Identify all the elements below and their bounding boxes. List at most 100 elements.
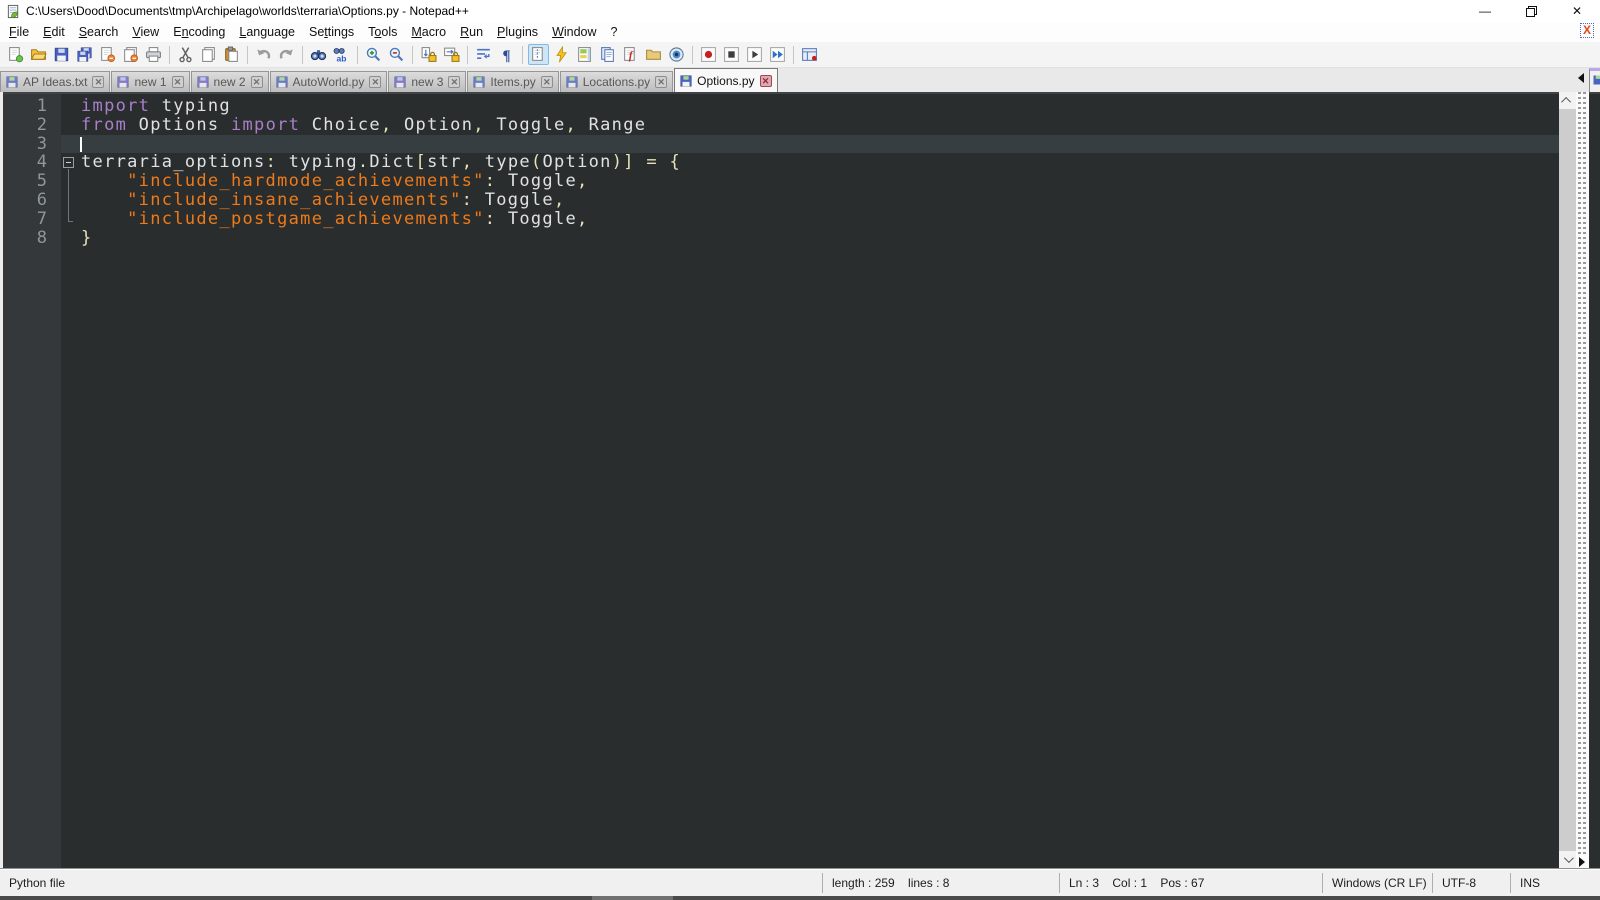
tab-new-1[interactable]: new 1 ✕ xyxy=(111,71,190,92)
sync-vertical-scroll-icon[interactable] xyxy=(418,44,439,65)
tab-items-py[interactable]: Items.py ✕ xyxy=(467,71,559,92)
copy-icon[interactable] xyxy=(198,44,219,65)
code-text[interactable]: } xyxy=(77,228,1559,248)
document-map-icon[interactable] xyxy=(574,44,595,65)
menu-item-view[interactable]: View xyxy=(125,23,166,41)
macro-run-multiple-icon[interactable] xyxy=(767,44,788,65)
fold-margin[interactable] xyxy=(61,229,77,248)
menu-item-language[interactable]: Language xyxy=(232,23,302,41)
code-text[interactable] xyxy=(77,134,1559,154)
splitter-arrow-icon[interactable] xyxy=(1579,857,1585,867)
save-icon[interactable] xyxy=(51,44,72,65)
new-file-icon[interactable] xyxy=(5,44,26,65)
menu-item-run[interactable]: Run xyxy=(453,23,490,41)
monitoring-icon[interactable] xyxy=(666,44,687,65)
code-line-7[interactable]: 7 "include_postgame_achievements": Toggl… xyxy=(3,209,1559,229)
tab-locations-py[interactable]: Locations.py ✕ xyxy=(559,71,674,92)
menu-item-search[interactable]: Search xyxy=(72,23,126,41)
tab-close-icon[interactable]: ✕ xyxy=(655,76,668,88)
show-indent-guide-icon[interactable] xyxy=(528,44,549,65)
macro-record-icon[interactable] xyxy=(698,44,719,65)
fold-margin[interactable] xyxy=(61,190,77,210)
code-line-1[interactable]: 1 import typing xyxy=(3,97,1559,116)
fold-margin[interactable] xyxy=(61,97,77,116)
fold-margin[interactable] xyxy=(61,116,77,135)
fold-margin[interactable] xyxy=(61,153,77,173)
partial-tab[interactable] xyxy=(1589,68,1600,92)
code-text[interactable]: "include_hardmode_achievements": Toggle, xyxy=(77,172,1559,191)
scrollbar-thumb[interactable] xyxy=(1559,109,1576,851)
paste-icon[interactable] xyxy=(221,44,242,65)
vertical-scrollbar[interactable] xyxy=(1559,92,1576,868)
sync-horizontal-scroll-icon[interactable] xyxy=(441,44,462,65)
tab-autoworld-py[interactable]: AutoWorld.py ✕ xyxy=(269,71,388,92)
close-button[interactable]: ✕ xyxy=(1554,0,1600,22)
minimize-button[interactable]: — xyxy=(1462,0,1508,22)
save-all-icon[interactable] xyxy=(74,44,95,65)
save-recorded-macro-icon[interactable] xyxy=(799,44,820,65)
menu-item-edit[interactable]: Edit xyxy=(36,23,72,41)
menu-item-macro[interactable]: Macro xyxy=(404,23,453,41)
menu-item-file[interactable]: File xyxy=(2,23,36,41)
cut-icon[interactable] xyxy=(175,44,196,65)
tab-scroll-left-icon[interactable] xyxy=(1578,73,1584,83)
restore-button[interactable] xyxy=(1508,0,1554,22)
menu-item-help[interactable]: ? xyxy=(604,23,625,41)
tab-close-icon[interactable]: ✕ xyxy=(250,76,263,88)
macro-stop-icon[interactable] xyxy=(721,44,742,65)
tab-close-icon[interactable]: ✕ xyxy=(92,76,105,88)
menu-item-plugins[interactable]: Plugins xyxy=(490,23,545,41)
code-line-8[interactable]: 8} xyxy=(3,228,1559,248)
menu-item-window[interactable]: Window xyxy=(545,23,603,41)
tab-close-icon[interactable]: ✕ xyxy=(540,76,553,88)
zoom-out-icon[interactable] xyxy=(386,44,407,65)
close-all-docs-icon[interactable] xyxy=(120,44,141,65)
word-wrap-icon[interactable] xyxy=(473,44,494,65)
secondary-view-sliver[interactable] xyxy=(1589,92,1600,868)
undo-icon[interactable] xyxy=(253,44,274,65)
redo-icon[interactable] xyxy=(276,44,297,65)
tab-close-icon[interactable]: ✕ xyxy=(759,74,772,87)
fold-margin[interactable] xyxy=(61,172,77,191)
document-list-icon[interactable] xyxy=(597,44,618,65)
print-icon[interactable] xyxy=(143,44,164,65)
tab-new-2[interactable]: new 2 ✕ xyxy=(190,71,269,92)
menu-item-tools[interactable]: Tools xyxy=(361,23,404,41)
code-text[interactable]: from Options import Choice, Option, Togg… xyxy=(77,115,1559,135)
replace-icon[interactable]: ab xyxy=(331,44,352,65)
fold-margin[interactable] xyxy=(61,134,77,154)
fold-collapse-icon[interactable] xyxy=(63,157,74,169)
show-all-chars-icon[interactable]: ¶ xyxy=(496,44,517,65)
tab-close-icon[interactable]: ✕ xyxy=(369,76,382,88)
tab-options-py[interactable]: Options.py ✕ xyxy=(674,68,778,92)
zoom-in-icon[interactable] xyxy=(363,44,384,65)
code-line-3[interactable]: 3 xyxy=(3,134,1559,154)
menu-item-encoding[interactable]: Encoding xyxy=(166,23,232,41)
code-line-2[interactable]: 2 from Options import Choice, Option, Tog… xyxy=(3,115,1559,135)
title-bar[interactable]: C:\Users\Dood\Documents\tmp\Archipelago\… xyxy=(0,0,1600,22)
folder-as-workspace-icon[interactable] xyxy=(643,44,664,65)
tab-new-3[interactable]: new 3 ✕ xyxy=(388,71,467,92)
close-doc-icon[interactable] xyxy=(97,44,118,65)
menu-item-settings[interactable]: Settings xyxy=(302,23,361,41)
code-text[interactable]: terraria_options: typing.Dict[str, type(… xyxy=(77,153,1559,172)
scrollbar-track[interactable] xyxy=(1559,109,1576,851)
code-text[interactable]: "include_insane_achievements": Toggle, xyxy=(77,191,1559,210)
function-list-icon[interactable]: f xyxy=(620,44,641,65)
open-folder-icon[interactable] xyxy=(28,44,49,65)
code-text[interactable]: "include_postgame_achievements": Toggle, xyxy=(77,209,1559,229)
find-icon[interactable] xyxy=(308,44,329,65)
code-text[interactable]: import typing xyxy=(77,97,1559,116)
tab-ap-ideas-txt[interactable]: AP Ideas.txt ✕ xyxy=(0,71,111,92)
code-line-5[interactable]: 5 "include_hardmode_achievements": Toggl… xyxy=(3,172,1559,191)
view-splitter[interactable] xyxy=(1576,92,1589,868)
scroll-down-icon[interactable] xyxy=(1559,851,1576,868)
menu-doc-close-button[interactable]: X xyxy=(1579,23,1595,38)
code-editor[interactable]: 1 import typing 2 from Options import Choic… xyxy=(3,92,1559,868)
tab-close-icon[interactable]: ✕ xyxy=(448,76,461,88)
code-line-6[interactable]: 6 "include_insane_achievements": Toggle, xyxy=(3,191,1559,210)
fold-margin[interactable] xyxy=(61,209,77,229)
code-line-4[interactable]: 4 terraria_options: typing.Dict[str, type… xyxy=(3,153,1559,173)
tab-close-icon[interactable]: ✕ xyxy=(171,76,184,88)
define-language-icon[interactable] xyxy=(551,44,572,65)
